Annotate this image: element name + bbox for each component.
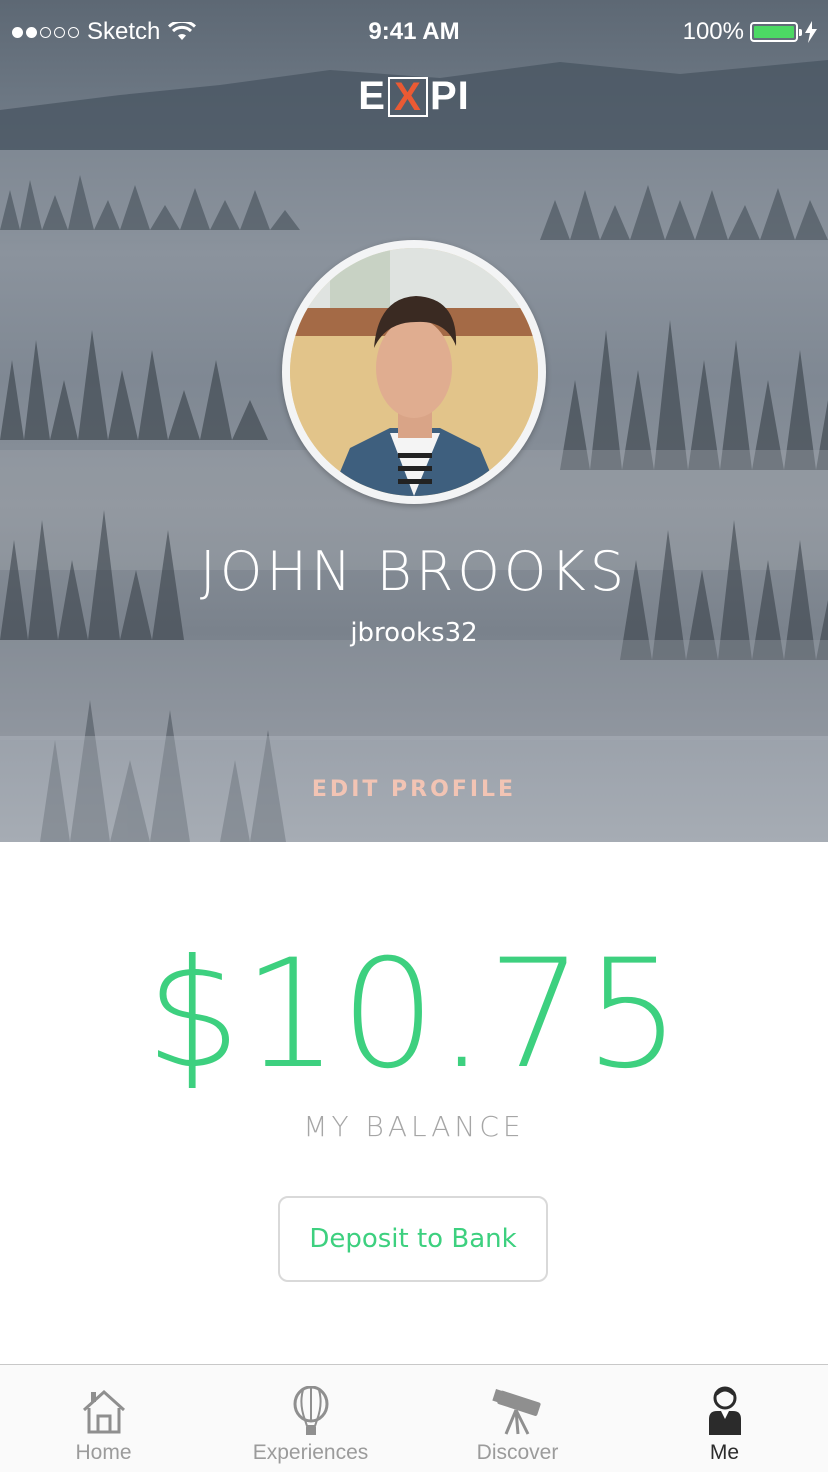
user-icon [697,1383,753,1439]
edit-profile-bar[interactable]: EDIT PROFILE [0,736,828,842]
edit-profile-button[interactable]: EDIT PROFILE [312,777,516,802]
tab-me[interactable]: Me [621,1365,828,1472]
profile-name: JOHN BROOKS [199,540,629,603]
battery-icon [750,22,802,42]
tab-me-label: Me [709,1441,740,1464]
balloon-icon [283,1383,339,1439]
tab-bar: Home Experiences Discover Me [0,1364,828,1472]
telescope-icon [490,1383,546,1439]
battery-percent: 100% [682,18,744,45]
profile-header: Sketch 9:41 AM 100% E X PI JOHN BROOKS j… [0,0,828,842]
tab-experiences[interactable]: Experiences [207,1365,414,1472]
status-right: 100% [683,18,818,46]
deposit-to-bank-button[interactable]: Deposit to Bank [278,1196,548,1282]
tab-home[interactable]: Home [0,1365,207,1472]
avatar[interactable] [282,240,546,504]
logo-letter-e: E [358,74,386,118]
avatar-photo [290,248,538,496]
tab-discover[interactable]: Discover [414,1365,621,1472]
charging-icon [805,21,817,43]
app-logo: E X PI [0,74,828,119]
tab-home-label: Home [75,1441,132,1464]
home-icon [76,1383,132,1439]
balance-amount: $10.75 [145,928,683,1102]
status-bar: Sketch 9:41 AM 100% [0,0,828,66]
tab-discover-label: Discover [476,1441,559,1464]
profile-username: jbrooks32 [350,618,478,648]
balance-label: MY BALANCE [303,1110,525,1143]
logo-letter-x: X [387,76,428,117]
logo-letters-pi: PI [429,74,470,118]
tab-experiences-label: Experiences [252,1441,369,1464]
